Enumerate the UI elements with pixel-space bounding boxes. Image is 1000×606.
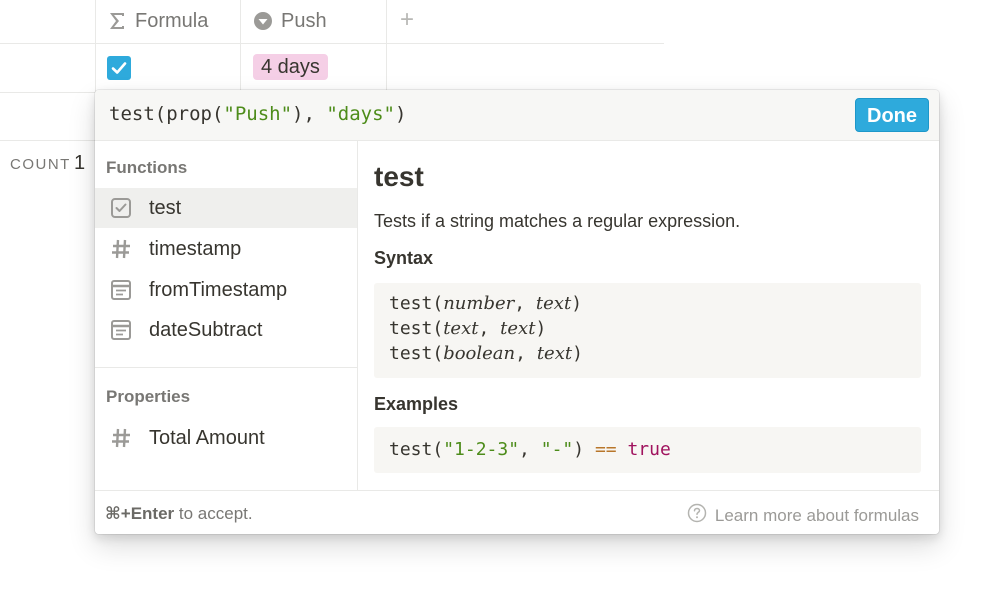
- formula-token: test(prop(: [109, 103, 224, 125]
- syntax-fn: test(: [389, 318, 444, 339]
- syntax-line: test(boolean, text): [389, 341, 906, 366]
- syntax-end: ): [535, 318, 547, 339]
- property-item-label: Total Amount: [149, 426, 265, 449]
- example-sep: ,: [519, 439, 541, 460]
- function-item-fromtimestamp[interactable]: fromTimestamp: [95, 270, 357, 310]
- sigma-icon: [107, 11, 127, 31]
- function-item-label: test: [149, 196, 182, 219]
- syntax-fn: test(: [389, 343, 444, 364]
- formula-editor-popup: test(prop("Push"), "days") Done Function…: [95, 90, 939, 534]
- syntax-sep: ,: [514, 293, 536, 314]
- shortcut-key: ⌘+Enter: [105, 504, 175, 523]
- function-item-label: dateSubtract: [149, 318, 263, 341]
- doc-description: Tests if a string matches a regular expr…: [374, 211, 741, 231]
- syntax-arg: text: [535, 293, 572, 314]
- formula-checkbox[interactable]: [107, 56, 131, 80]
- done-button[interactable]: Done: [855, 98, 929, 132]
- syntax-sep: ,: [515, 343, 537, 364]
- examples-heading: Examples: [374, 394, 459, 414]
- function-item-label: timestamp: [149, 237, 242, 260]
- section-divider: [95, 367, 357, 368]
- column-header-formula[interactable]: Formula: [107, 0, 208, 42]
- learn-more-label: Learn more about formulas: [714, 505, 919, 525]
- syntax-line: test(text, text): [389, 316, 906, 341]
- properties-section-title: Properties: [106, 387, 191, 406]
- checkmark-icon: [111, 62, 127, 74]
- add-column-button[interactable]: +: [400, 6, 414, 34]
- function-docs-pane: test Tests if a string matches a regular…: [358, 140, 939, 490]
- grid-line: [0, 92, 96, 93]
- example-line: test("1-2-3", "-") == true: [389, 437, 906, 462]
- syntax-sep: ,: [478, 318, 501, 339]
- property-item-total-amount[interactable]: Total Amount: [95, 418, 357, 458]
- function-item-label: fromTimestamp: [149, 278, 288, 301]
- functions-section-title: Functions: [106, 158, 188, 177]
- syntax-arg: number: [443, 293, 515, 314]
- formula-input-bar[interactable]: test(prop("Push"), "days") Done: [95, 90, 939, 141]
- hash-icon: [110, 427, 132, 449]
- function-list-pane: Functions test timestamp fromTimestamp d…: [95, 140, 358, 490]
- example-string: "-": [540, 439, 574, 460]
- function-item-test[interactable]: test: [95, 188, 357, 228]
- formula-input[interactable]: test(prop("Push"), "days"): [109, 103, 406, 125]
- accept-hint-text: to accept.: [174, 504, 253, 523]
- count-label: COUNT: [10, 156, 71, 173]
- grid-line: [0, 43, 664, 44]
- example-string: "1-2-3": [443, 439, 520, 460]
- syntax-code-block: test(number, text) test(text, text) test…: [374, 283, 921, 378]
- accept-hint: ⌘+Enter to accept.: [105, 504, 253, 524]
- syntax-end: ): [571, 293, 583, 314]
- example-keyword: true: [627, 439, 671, 460]
- syntax-arg: text: [443, 318, 479, 339]
- learn-more-link[interactable]: Learn more about formulas: [687, 503, 919, 528]
- grid-line: [240, 0, 241, 92]
- grid-line: [0, 140, 96, 141]
- function-item-datesubtract[interactable]: dateSubtract: [95, 310, 357, 350]
- syntax-arg: boolean: [443, 343, 516, 364]
- column-header-label: Push: [281, 9, 327, 32]
- column-header-label: Formula: [135, 9, 209, 32]
- example-space: [617, 439, 628, 460]
- syntax-fn: test(: [389, 293, 444, 314]
- checkbox-icon: [110, 197, 132, 219]
- select-arrow-icon: [253, 11, 273, 31]
- formula-string: "Push": [223, 103, 293, 125]
- function-item-timestamp[interactable]: timestamp: [95, 229, 357, 269]
- syntax-line: test(number, text): [389, 291, 906, 316]
- example-close: ): [573, 439, 595, 460]
- formula-editor-footer: ⌘+Enter to accept. Learn more about form…: [95, 490, 939, 534]
- formula-token: ),: [292, 103, 327, 125]
- syntax-arg: text: [536, 343, 573, 364]
- count-value: 1: [74, 152, 86, 174]
- syntax-end: ): [572, 343, 583, 364]
- hash-icon: [110, 238, 132, 260]
- help-icon: [687, 503, 707, 528]
- push-select-tag[interactable]: 4 days: [253, 54, 328, 80]
- calendar-icon: [110, 279, 132, 301]
- example-fn: test(: [389, 439, 444, 460]
- calendar-icon: [110, 319, 132, 341]
- example-code-block: test("1-2-3", "-") == true: [374, 427, 921, 473]
- syntax-heading: Syntax: [374, 248, 434, 268]
- formula-token: ): [395, 103, 407, 125]
- formula-string: "days": [326, 103, 395, 125]
- doc-title: test: [374, 161, 424, 192]
- syntax-arg: text: [500, 318, 536, 339]
- example-operator: ==: [594, 439, 617, 460]
- grid-line: [386, 0, 387, 92]
- column-header-push[interactable]: Push: [253, 0, 327, 42]
